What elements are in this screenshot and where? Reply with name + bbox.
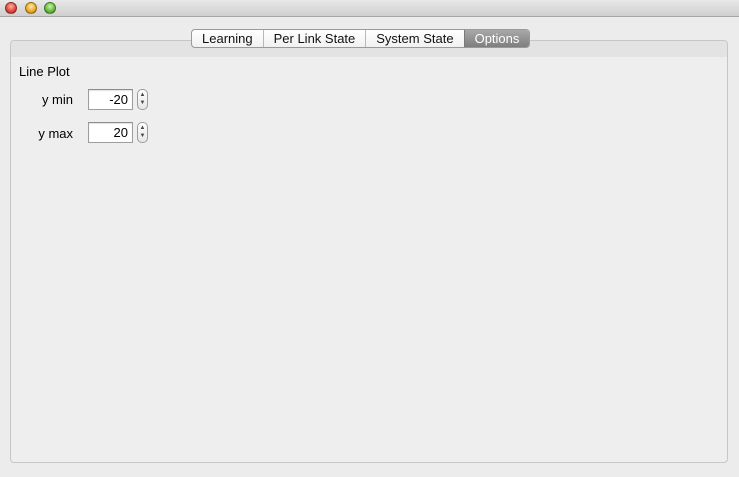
tab-learning[interactable]: Learning (192, 30, 263, 47)
stepper-up-icon[interactable]: ▲ (140, 125, 146, 133)
close-window-icon[interactable] (5, 2, 17, 14)
y-min-input[interactable] (88, 89, 133, 110)
line-plot-section-title: Line Plot (19, 64, 70, 79)
tab-per-link-state[interactable]: Per Link State (262, 30, 366, 47)
y-min-label: y min (41, 92, 73, 107)
y-max-label: y max (38, 126, 73, 141)
tab-options[interactable]: Options (463, 30, 530, 47)
y-min-stepper[interactable]: ▲ ▼ (137, 89, 148, 110)
stepper-down-icon[interactable]: ▼ (140, 100, 146, 108)
stepper-down-icon[interactable]: ▼ (140, 133, 146, 141)
tab-bar: Learning Per Link State System State Opt… (191, 29, 531, 48)
tab-system-state[interactable]: System State (365, 30, 463, 47)
stepper-up-icon[interactable]: ▲ (140, 92, 146, 100)
y-max-stepper[interactable]: ▲ ▼ (137, 122, 148, 143)
minimize-window-icon[interactable] (25, 2, 37, 14)
window-titlebar (0, 0, 739, 17)
y-max-input[interactable] (88, 122, 133, 143)
zoom-window-icon[interactable] (44, 2, 56, 14)
